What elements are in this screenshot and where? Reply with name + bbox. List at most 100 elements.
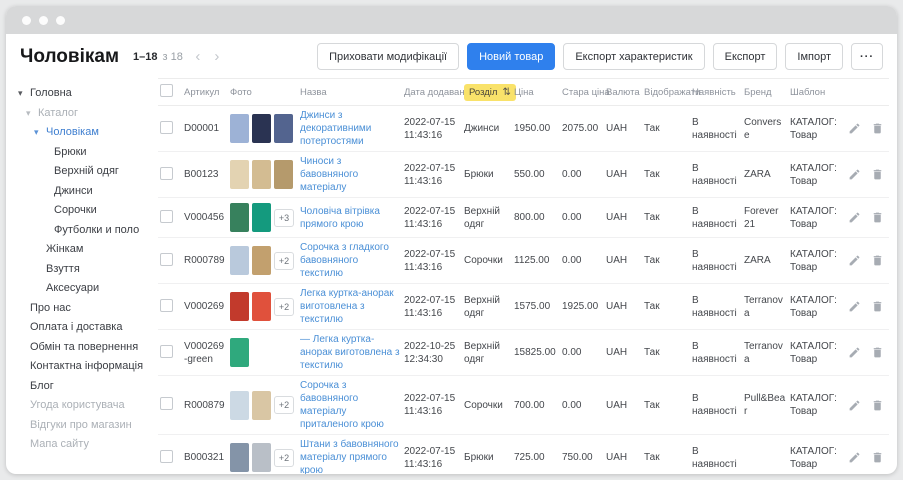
product-thumbnail[interactable] [230,203,249,232]
product-thumbnail[interactable] [252,443,271,472]
sidebar-item-outerwear[interactable]: Верхній одяг [6,162,156,182]
row-checkbox[interactable] [160,210,173,223]
more-button[interactable]: ··· [851,43,883,70]
sidebar-item-user-agreement[interactable]: Угода користувача [6,396,156,416]
sidebar-item-contact-info[interactable]: Контактна інформація [6,357,156,377]
row-checkbox[interactable] [160,167,173,180]
edit-icon[interactable] [848,451,862,465]
import-button[interactable]: Імпорт [785,43,843,70]
column-header-photo[interactable]: Фото [230,87,300,98]
column-header-date-added[interactable]: Дата додавання [404,87,464,98]
column-header-article[interactable]: Артикул [184,87,230,98]
product-thumbnail[interactable] [230,338,249,367]
row-checkbox[interactable] [160,397,173,410]
sidebar-item-accessories[interactable]: Аксесуари [6,279,156,299]
more-photos-badge[interactable]: +2 [274,298,294,316]
delete-icon[interactable] [871,168,885,182]
sidebar-item-jeans[interactable]: Джинси [6,182,156,202]
row-checkbox[interactable] [160,299,173,312]
new-product-button[interactable]: Новий товар [467,43,555,70]
product-thumbnail[interactable] [252,246,271,275]
product-thumbnail[interactable] [230,246,249,275]
chevron-down-icon[interactable]: ▾ [26,104,31,124]
chevron-down-icon[interactable]: ▾ [18,84,23,104]
pagination-prev-button[interactable]: ‹ [190,48,206,66]
sort-icon[interactable]: ⇅ [502,87,510,98]
product-name-link[interactable]: Легка куртка-анорак виготовлена з тексти… [300,287,400,326]
delete-icon[interactable] [871,300,885,314]
column-header-name[interactable]: Назва [300,87,404,98]
edit-icon[interactable] [848,398,862,412]
sidebar-item-tshirts-polo[interactable]: Футболки и поло [6,221,156,241]
product-name-link[interactable]: Чиноси з бавовняного матеріалу [300,155,400,194]
column-header-section[interactable]: Розділ⇅ [464,84,514,101]
row-checkbox[interactable] [160,253,173,266]
product-thumbnail[interactable] [230,391,249,420]
sidebar-item-catalog[interactable]: ▾Каталог [6,104,156,124]
product-thumbnail[interactable] [230,292,249,321]
column-header-price[interactable]: Ціна [514,87,562,98]
product-thumbnail[interactable] [252,292,271,321]
product-thumbnail[interactable] [252,391,271,420]
delete-icon[interactable] [871,398,885,412]
row-checkbox[interactable] [160,450,173,463]
export-button[interactable]: Експорт [713,43,778,70]
column-header-old-price[interactable]: Стара ціна [562,87,606,98]
product-thumbnail[interactable] [230,114,249,143]
more-photos-badge[interactable]: +2 [274,252,294,270]
column-header-template[interactable]: Шаблон [790,87,846,98]
edit-icon[interactable] [848,122,862,136]
column-header-availability[interactable]: Наявність [692,87,744,98]
more-photos-badge[interactable]: +2 [274,449,294,467]
sidebar-item-shirts[interactable]: Сорочки [6,201,156,221]
product-thumbnail[interactable] [274,160,293,189]
window-control-minimize[interactable] [39,16,48,25]
edit-icon[interactable] [848,168,862,182]
sidebar-item-shoes[interactable]: Взуття [6,260,156,280]
product-name-link[interactable]: Джинси з декоративними потертостями [300,109,400,148]
delete-icon[interactable] [871,122,885,136]
product-thumbnail[interactable] [252,203,271,232]
row-checkbox[interactable] [160,121,173,134]
sidebar-item-blog[interactable]: Блог [6,377,156,397]
sidebar-item-sitemap[interactable]: Мапа сайту [6,435,156,455]
window-control-maximize[interactable] [56,16,65,25]
sidebar-item-exchange-return[interactable]: Обмін та повернення [6,338,156,358]
chevron-down-icon[interactable]: ▾ [34,123,39,143]
product-name-link[interactable]: Чоловіча вітрівка прямого крою [300,205,400,231]
product-thumbnail[interactable] [252,114,271,143]
sidebar-item-pants[interactable]: Брюки [6,143,156,163]
product-name-link[interactable]: Штани з бавовняного матеріалу прямого кр… [300,438,400,474]
column-header-currency[interactable]: Валюта [606,87,644,98]
product-thumbnail[interactable] [230,160,249,189]
delete-icon[interactable] [871,254,885,268]
delete-icon[interactable] [871,346,885,360]
edit-icon[interactable] [848,300,862,314]
sidebar-item-about[interactable]: Про нас [6,299,156,319]
hide-modifications-button[interactable]: Приховати модифікації [317,43,459,70]
sidebar-item-home[interactable]: ▾Головна [6,84,156,104]
edit-icon[interactable] [848,346,862,360]
delete-icon[interactable] [871,451,885,465]
export-characteristics-button[interactable]: Експорт характеристик [563,43,704,70]
row-checkbox[interactable] [160,345,173,358]
column-header-display[interactable]: Відображати [644,87,692,98]
pagination-next-button[interactable]: › [209,48,225,66]
edit-icon[interactable] [848,254,862,268]
more-photos-badge[interactable]: +3 [274,209,294,227]
sidebar-item-men[interactable]: ▾Чоловікам [6,123,156,143]
edit-icon[interactable] [848,211,862,225]
sidebar-item-payment-delivery[interactable]: Оплата і доставка [6,318,156,338]
sidebar-item-women[interactable]: Жінкам [6,240,156,260]
column-header-brand[interactable]: Бренд [744,87,790,98]
more-photos-badge[interactable]: +2 [274,396,294,414]
window-control-close[interactable] [22,16,31,25]
product-thumbnail[interactable] [274,114,293,143]
product-name-link[interactable]: Сорочка з бавовняного матеріалу притален… [300,379,400,431]
product-name-link[interactable]: Сорочка з гладкого бавовняного текстилю [300,241,400,280]
product-thumbnail[interactable] [230,443,249,472]
delete-icon[interactable] [871,211,885,225]
sidebar-item-store-reviews[interactable]: Відгуки про магазин [6,416,156,436]
product-thumbnail[interactable] [252,160,271,189]
product-name-link[interactable]: — Легка куртка-анорак виготовлена з текс… [300,333,400,372]
